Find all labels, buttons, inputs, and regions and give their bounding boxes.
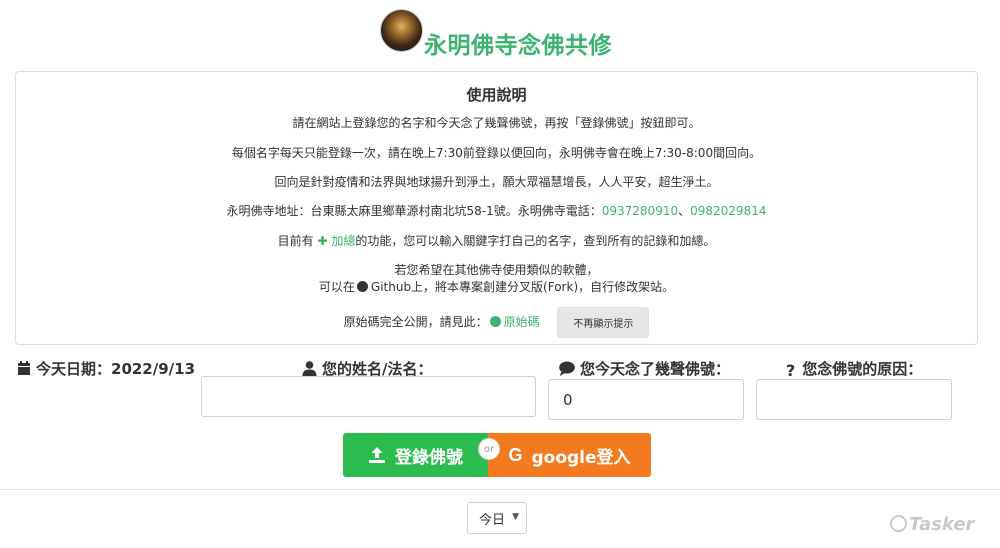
phone-separator: 、 bbox=[678, 204, 691, 218]
user-icon bbox=[302, 361, 317, 376]
divider bbox=[0, 489, 1000, 490]
sum-suffix: 的功能，您可以輸入關鍵字打自己的名字，查到所有的記錄和加總。 bbox=[355, 234, 716, 248]
tasker-watermark: Tasker bbox=[890, 514, 974, 535]
or-badge: or bbox=[478, 438, 500, 460]
reason-label: ? 您念佛號的原因： bbox=[786, 358, 922, 380]
phone-link-2[interactable]: 0982029814 bbox=[690, 204, 766, 218]
site-title: 永明佛寺念佛共修 bbox=[424, 33, 612, 59]
question-icon: ? bbox=[786, 361, 796, 380]
tasker-logo-icon bbox=[890, 515, 907, 532]
instruction-line-source: 原始碼完全公開，請見此： 原始碼 不再顯示提示 bbox=[16, 307, 977, 338]
reason-input[interactable] bbox=[756, 379, 952, 420]
calendar-icon bbox=[18, 361, 30, 375]
comment-icon bbox=[559, 361, 575, 376]
google-button-label: google登入 bbox=[531, 447, 631, 468]
date-label-text: 今天日期：2022/9/13 bbox=[36, 360, 196, 378]
header: 永明佛寺念佛共修 bbox=[0, 0, 1000, 70]
register-button[interactable]: 登錄佛號 bbox=[343, 433, 488, 477]
upload-icon bbox=[369, 447, 385, 463]
source-prefix: 原始碼完全公開，請見此： bbox=[343, 315, 488, 329]
github-prefix: 可以在 bbox=[318, 280, 355, 294]
instruction-line-sum: 目前有 ✚ 加總的功能，您可以輸入關鍵字打自己的名字，查到所有的記錄和加總。 bbox=[16, 232, 977, 249]
google-login-button[interactable]: G google登入 bbox=[488, 433, 651, 477]
instruction-line-3: 回向是針對疫情和法界與地球揚升到淨土，願大眾福慧增長，人人平安，超生淨土。 bbox=[274, 175, 719, 189]
count-label: 您今天念了幾聲佛號： bbox=[559, 358, 730, 379]
instruction-line-6: 若您希望在其他佛寺使用類似的軟體， bbox=[394, 263, 599, 277]
instructions-panel: 使用說明 請在網站上登錄您的名字和今天念了幾聲佛號，再按「登錄佛號」按鈕即可。 … bbox=[15, 71, 978, 345]
instruction-line-github: 可以在 Github上，將本專案創建分叉版(Fork)，自行修改架站。 bbox=[16, 278, 977, 295]
reason-label-text: 您念佛號的原因： bbox=[802, 360, 923, 378]
chevron-down-icon: ▼ bbox=[512, 512, 519, 522]
date-filter-select[interactable]: 今日 ▼ bbox=[467, 502, 527, 534]
dismiss-tips-button[interactable]: 不再顯示提示 bbox=[557, 307, 650, 338]
github-icon bbox=[489, 316, 501, 327]
watermark-text: Tasker bbox=[909, 514, 975, 535]
address-text: 永明佛寺地址：台東縣太麻里鄉華源村南北坑58-1號。永明佛寺電話： bbox=[226, 204, 602, 218]
register-button-label: 登錄佛號 bbox=[395, 447, 463, 468]
github-icon bbox=[356, 281, 368, 292]
instructions-heading: 使用說明 bbox=[466, 86, 527, 104]
google-icon: G bbox=[508, 444, 523, 465]
instruction-line-1: 請在網站上登錄您的名字和今天念了幾聲佛號，再按「登錄佛號」按鈕即可。 bbox=[292, 116, 701, 130]
sum-prefix: 目前有 bbox=[277, 234, 314, 248]
instruction-line-2: 每個名字每天只能登錄一次，請在晚上7:30前登錄以便回向，永明佛寺會在晚上7:3… bbox=[231, 146, 762, 160]
count-label-text: 您今天念了幾聲佛號： bbox=[580, 360, 731, 378]
plus-icon: ✚ bbox=[317, 234, 328, 248]
sum-link[interactable]: 加總 bbox=[331, 234, 355, 248]
phone-link-1[interactable]: 0937280910 bbox=[602, 204, 678, 218]
count-input[interactable] bbox=[548, 379, 744, 420]
name-input[interactable] bbox=[201, 376, 536, 417]
source-code-link[interactable]: 原始碼 bbox=[504, 315, 540, 329]
buddha-avatar-icon bbox=[380, 9, 423, 52]
date-filter-value: 今日 bbox=[479, 512, 506, 528]
date-label: 今天日期：2022/9/13 bbox=[17, 358, 195, 379]
github-text: Github上，將本專案創建分叉版(Fork)，自行修改架站。 bbox=[370, 280, 675, 294]
instruction-line-address: 永明佛寺地址：台東縣太麻里鄉華源村南北坑58-1號。永明佛寺電話：0937280… bbox=[16, 202, 977, 219]
